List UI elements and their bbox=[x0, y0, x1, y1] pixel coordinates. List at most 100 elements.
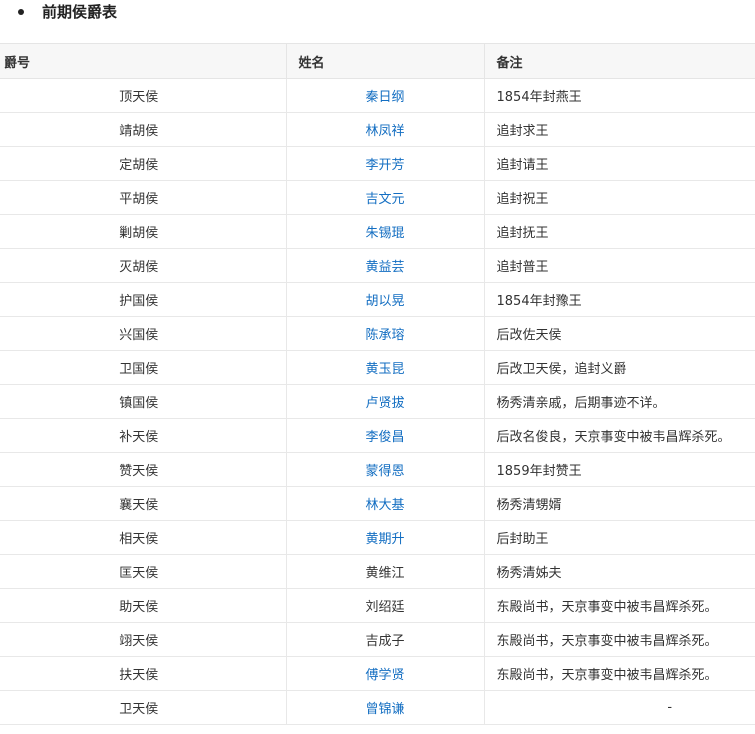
name-cell: 曾锦谦 bbox=[286, 690, 485, 725]
note-cell: 1854年封燕王 bbox=[484, 78, 755, 113]
title-cell: 灭胡侯 bbox=[0, 248, 287, 283]
name-cell: 蒙得恩 bbox=[286, 452, 485, 487]
name-cell: 秦日纲 bbox=[286, 78, 485, 113]
column-header-name: 姓名 bbox=[286, 43, 485, 79]
table-row: 兴国侯 陈承瑢 后改佐天侯 bbox=[0, 316, 755, 351]
person-name-link[interactable]: 胡以晃 bbox=[365, 294, 404, 309]
name-cell: 黄维江 bbox=[286, 554, 485, 589]
table-row: 相天侯 黄期升 后封助王 bbox=[0, 520, 755, 555]
table-row: 卫国侯 黄玉昆 后改卫天侯，追封义爵 bbox=[0, 350, 755, 385]
title-cell: 扶天侯 bbox=[0, 656, 287, 691]
note-cell: 追封祝王 bbox=[484, 180, 755, 215]
table-row: 镇国侯 卢贤拔 杨秀清亲戚，后期事迹不详。 bbox=[0, 384, 755, 419]
table-row: 助天侯 刘绍廷 东殿尚书，天京事变中被韦昌辉杀死。 bbox=[0, 588, 755, 623]
name-cell: 林大基 bbox=[286, 486, 485, 521]
person-name-link[interactable]: 卢贤拔 bbox=[365, 396, 404, 411]
table-header-row: 爵号 姓名 备注 bbox=[0, 43, 755, 79]
table-row: 扶天侯 傅学贤 东殿尚书，天京事变中被韦昌辉杀死。 bbox=[0, 656, 755, 691]
name-cell: 吉文元 bbox=[286, 180, 485, 215]
note-cell: 后改佐天侯 bbox=[484, 316, 755, 351]
person-name-link[interactable]: 林大基 bbox=[365, 498, 404, 513]
table-row: 护国侯 胡以晃 1854年封豫王 bbox=[0, 282, 755, 317]
note-cell: 追封普王 bbox=[484, 248, 755, 283]
title-cell: 护国侯 bbox=[0, 282, 287, 317]
person-name-link[interactable]: 秦日纲 bbox=[365, 90, 404, 105]
table-row: 匡天侯 黄维江 杨秀清姊夫 bbox=[0, 554, 755, 589]
title-cell: 助天侯 bbox=[0, 588, 287, 623]
table-row: 补天侯 李俊昌 后改名俊良，天京事变中被韦昌辉杀死。 bbox=[0, 418, 755, 453]
section-title: 前期侯爵表 bbox=[42, 3, 118, 21]
note-cell: 杨秀清姊夫 bbox=[484, 554, 755, 589]
name-cell: 陈承瑢 bbox=[286, 316, 485, 351]
person-name-link[interactable]: 蒙得恩 bbox=[365, 464, 404, 479]
person-name: 黄维江 bbox=[365, 566, 405, 581]
title-cell: 顶天侯 bbox=[0, 78, 287, 113]
name-cell: 胡以晃 bbox=[286, 282, 485, 317]
column-header-note: 备注 bbox=[484, 43, 755, 79]
person-name-link[interactable]: 黄益芸 bbox=[365, 260, 404, 275]
name-cell: 林凤祥 bbox=[286, 112, 485, 147]
title-cell: 赞天侯 bbox=[0, 452, 287, 487]
title-cell: 补天侯 bbox=[0, 418, 287, 453]
person-name-link[interactable]: 曾锦谦 bbox=[365, 702, 404, 717]
title-cell: 定胡侯 bbox=[0, 146, 287, 181]
person-name-link[interactable]: 吉文元 bbox=[365, 192, 404, 207]
name-cell: 黄益芸 bbox=[286, 248, 485, 283]
note-cell: 追封求王 bbox=[484, 112, 755, 147]
name-cell: 朱锡琨 bbox=[286, 214, 485, 249]
table-row: 顶天侯 秦日纲 1854年封燕王 bbox=[0, 78, 755, 113]
person-name-link[interactable]: 黄玉昆 bbox=[365, 362, 404, 377]
title-cell: 卫天侯 bbox=[0, 690, 287, 725]
note-cell: 杨秀清甥婿 bbox=[484, 486, 755, 521]
note-cell: 追封抚王 bbox=[484, 214, 755, 249]
title-cell: 相天侯 bbox=[0, 520, 287, 555]
title-cell: 翊天侯 bbox=[0, 622, 287, 657]
person-name: 吉成子 bbox=[365, 634, 405, 649]
name-cell: 李俊昌 bbox=[286, 418, 485, 453]
note-cell: 杨秀清亲戚，后期事迹不详。 bbox=[484, 384, 755, 419]
note-cell: 追封请王 bbox=[484, 146, 755, 181]
title-cell: 剿胡侯 bbox=[0, 214, 287, 249]
table-row: 靖胡侯 林凤祥 追封求王 bbox=[0, 112, 755, 147]
note-cell: 后封助王 bbox=[484, 520, 755, 555]
table-row: 襄天侯 林大基 杨秀清甥婿 bbox=[0, 486, 755, 521]
name-cell: 卢贤拔 bbox=[286, 384, 485, 419]
person-name-link[interactable]: 朱锡琨 bbox=[365, 226, 404, 241]
peerage-table: 爵号 姓名 备注 顶天侯 秦日纲 1854年封燕王 靖胡侯 林凤祥 追封求王 定胡侯 李开芳追… bbox=[0, 43, 755, 725]
table-row: 剿胡侯 朱锡琨 追封抚王 bbox=[0, 214, 755, 249]
person-name-link[interactable]: 李俊昌 bbox=[365, 430, 404, 445]
note-cell: 东殿尚书，天京事变中被韦昌辉杀死。 bbox=[484, 588, 755, 623]
table-row: 卫天侯 曾锦谦 - bbox=[0, 690, 755, 725]
title-cell: 匡天侯 bbox=[0, 554, 287, 589]
name-cell: 傅学贤 bbox=[286, 656, 485, 691]
title-cell: 靖胡侯 bbox=[0, 112, 287, 147]
note-cell: - bbox=[484, 690, 755, 725]
table-row: 灭胡侯 黄益芸 追封普王 bbox=[0, 248, 755, 283]
name-cell: 李开芳 bbox=[286, 146, 485, 181]
person-name-link[interactable]: 黄期升 bbox=[365, 532, 404, 547]
name-cell: 刘绍廷 bbox=[286, 588, 485, 623]
name-cell: 吉成子 bbox=[286, 622, 485, 657]
bullet-icon bbox=[18, 9, 24, 15]
name-cell: 黄期升 bbox=[286, 520, 485, 555]
table-row: 翊天侯 吉成子 东殿尚书，天京事变中被韦昌辉杀死。 bbox=[0, 622, 755, 657]
person-name-link[interactable]: 林凤祥 bbox=[365, 124, 404, 139]
note-cell: 东殿尚书，天京事变中被韦昌辉杀死。 bbox=[484, 622, 755, 657]
person-name: 刘绍廷 bbox=[365, 600, 405, 615]
person-name-link[interactable]: 傅学贤 bbox=[365, 668, 404, 683]
note-cell: 东殿尚书，天京事变中被韦昌辉杀死。 bbox=[484, 656, 755, 691]
person-name-link[interactable]: 陈承瑢 bbox=[365, 328, 404, 343]
note-cell: 后改名俊良，天京事变中被韦昌辉杀死。 bbox=[484, 418, 755, 453]
note-cell: 后改卫天侯，追封义爵 bbox=[484, 350, 755, 385]
note-cell: 1859年封赞王 bbox=[484, 452, 755, 487]
table-row: 定胡侯 李开芳 追封请王 bbox=[0, 146, 755, 181]
title-cell: 卫国侯 bbox=[0, 350, 287, 385]
title-cell: 镇国侯 bbox=[0, 384, 287, 419]
note-cell: 1854年封豫王 bbox=[484, 282, 755, 317]
person-name-link[interactable]: 李开芳 bbox=[365, 158, 404, 173]
title-cell: 襄天侯 bbox=[0, 486, 287, 521]
column-header-title: 爵号 bbox=[0, 43, 287, 79]
name-cell: 黄玉昆 bbox=[286, 350, 485, 385]
table-row: 平胡侯 吉文元 追封祝王 bbox=[0, 180, 755, 215]
section-heading: 前期侯爵表 bbox=[0, 0, 755, 28]
